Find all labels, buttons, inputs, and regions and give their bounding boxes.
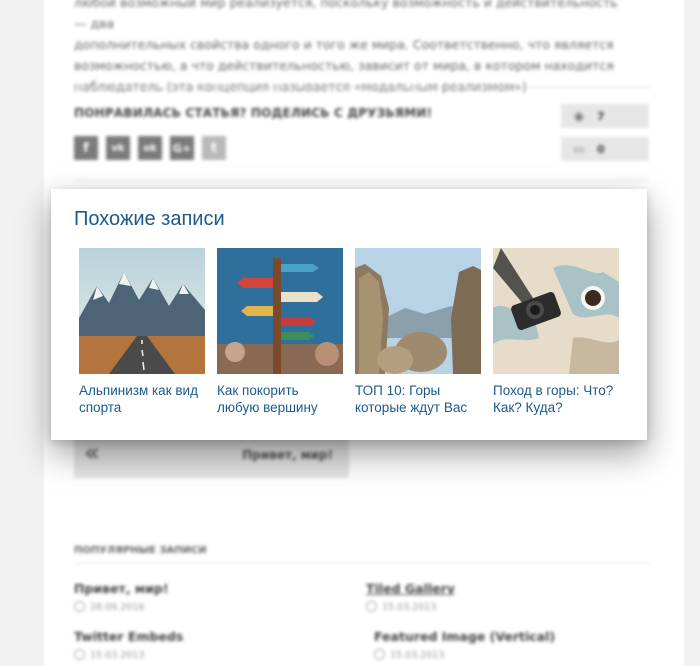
related-post-thumbnail[interactable] <box>493 248 619 374</box>
comments-counter: ▭ 0 <box>561 137 649 161</box>
vk-icon: vk <box>111 142 125 154</box>
related-post-thumbnail[interactable] <box>79 248 205 374</box>
divider <box>74 563 650 564</box>
intro-line: любой возможный мир реализуется, посколь… <box>74 0 618 31</box>
facebook-icon: f <box>83 140 89 156</box>
related-post-thumbnail[interactable] <box>355 248 481 374</box>
odnoklassniki-share-button[interactable]: ok <box>138 136 162 160</box>
google-plus-share-button[interactable]: G+ <box>170 136 194 160</box>
related-post-card[interactable]: Альпинизм как вид спорта <box>79 248 205 416</box>
share-title: ПОНРАВИЛАСЬ СТАТЬЯ? ПОДЕЛИСЬ С ДРУЗЬЯМИ! <box>74 106 433 120</box>
popular-post-link[interactable]: Featured Image (Vertical) <box>374 629 555 644</box>
vk-share-button[interactable]: vk <box>106 136 130 160</box>
related-post-card[interactable]: Поход в горы: Что? Как? Куда? <box>493 248 619 416</box>
double-chevron-left-icon: « <box>84 438 100 468</box>
popular-post-date: 15.03.2013 <box>74 649 144 661</box>
previous-post-label: Привет, мир! <box>242 448 333 462</box>
views-counter: ◉ 7 <box>561 104 649 128</box>
date-text: 15.03.2013 <box>382 602 437 613</box>
intro-line: возможностью, а что действительностью, з… <box>74 58 614 73</box>
clock-icon <box>374 649 385 660</box>
related-post-title[interactable]: ТОП 10: Горы которые ждут Вас <box>355 382 481 416</box>
related-post-thumbnail[interactable] <box>217 248 343 374</box>
related-post-title[interactable]: Поход в горы: Что? Как? Куда? <box>493 382 619 416</box>
related-posts-title: Похожие записи <box>74 208 225 230</box>
popular-post-date: 28.09.2016 <box>74 601 144 613</box>
google-plus-icon: G+ <box>172 141 192 155</box>
intro-line: дополнительных свойства одного и того же… <box>74 37 614 52</box>
article-intro-text: любой возможный мир реализуется, посколь… <box>74 0 630 97</box>
clock-icon <box>74 601 85 612</box>
facebook-share-button[interactable]: f <box>74 136 98 160</box>
clock-icon <box>74 649 85 660</box>
date-text: 15.03.2013 <box>390 650 445 661</box>
twitter-icon: t <box>210 140 218 156</box>
date-text: 15.03.2013 <box>90 650 145 661</box>
popular-posts-title: ПОПУЛЯРНЫЕ ЗАПИСИ <box>74 545 207 556</box>
related-post-title[interactable]: Альпинизм как вид спорта <box>79 382 205 416</box>
popular-post-link[interactable]: Привет, мир! <box>74 581 169 596</box>
related-post-title[interactable]: Как покорить любую вершину <box>217 382 343 416</box>
eye-icon: ◉ <box>573 109 585 123</box>
comments-count: 0 <box>597 142 605 156</box>
popular-post-link[interactable]: Twitter Embeds <box>74 629 183 644</box>
divider <box>74 87 650 88</box>
popular-post-date: 15.03.2013 <box>366 601 436 613</box>
comment-icon: ▭ <box>573 142 585 156</box>
related-post-card[interactable]: ТОП 10: Горы которые ждут Вас <box>355 248 481 416</box>
related-posts-card: Похожие записи Альпинизм как вид спорта <box>51 189 647 440</box>
odnoklassniki-icon: ok <box>143 142 157 154</box>
popular-post-date: 15.03.2013 <box>374 649 444 661</box>
share-buttons: f vk ok G+ t <box>74 136 226 160</box>
views-count: 7 <box>597 109 605 123</box>
twitter-share-button[interactable]: t <box>202 136 226 160</box>
date-text: 28.09.2016 <box>90 602 145 613</box>
popular-post-link[interactable]: Tiled Gallery <box>366 581 455 596</box>
related-post-card[interactable]: Как покорить любую вершину <box>217 248 343 416</box>
clock-icon <box>366 601 377 612</box>
divider <box>74 180 650 181</box>
